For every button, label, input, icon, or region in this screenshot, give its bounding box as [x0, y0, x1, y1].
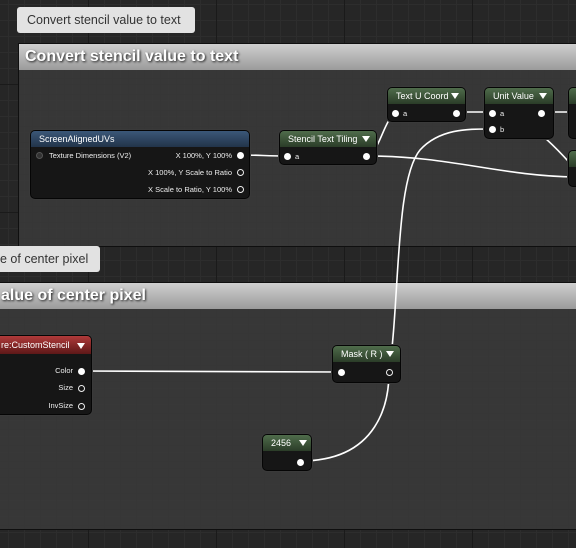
node-title-text: Mask ( R ) — [341, 349, 383, 359]
chevron-down-icon[interactable] — [451, 93, 459, 99]
wire-color-to-mask — [79, 370, 341, 373]
node-title: Unit Value — [485, 88, 553, 104]
pin-label: a — [500, 109, 505, 118]
node-offscreen-right-1[interactable] — [568, 87, 576, 139]
node-text-u-coord[interactable]: Text U Coord a — [387, 87, 466, 122]
output-pin[interactable] — [237, 186, 244, 193]
pin-label: X 100%, Y Scale to Ratio — [148, 168, 232, 177]
node-title-text: re:CustomStencil — [1, 340, 70, 350]
node-title-text: Stencil Text Tiling — [288, 134, 358, 144]
node-mask-r[interactable]: Mask ( R ) — [332, 345, 401, 383]
pin-label: Texture Dimensions (V2) — [49, 151, 132, 160]
input-pin[interactable] — [338, 369, 345, 376]
output-pin[interactable] — [78, 368, 85, 375]
output-pin[interactable] — [237, 152, 244, 159]
input-pin[interactable] — [284, 153, 291, 160]
pin-label: a — [403, 109, 408, 118]
node-custom-stencil[interactable]: re:CustomStencil Color Size InvSize — [0, 335, 92, 415]
output-pin[interactable] — [363, 153, 370, 160]
pin-label: b — [500, 125, 505, 134]
node-title: Mask ( R ) — [333, 346, 400, 362]
pin-label: Color — [55, 366, 73, 375]
chevron-down-icon[interactable] — [386, 351, 394, 357]
node-title: 2456 — [263, 435, 311, 451]
wire-tiling-to-right — [367, 155, 576, 178]
chevron-down-icon[interactable] — [362, 136, 370, 142]
node-title — [569, 151, 576, 167]
output-pin[interactable] — [538, 110, 545, 117]
output-pin[interactable] — [237, 169, 244, 176]
pin-label: X Scale to Ratio, Y 100% — [148, 185, 232, 194]
chevron-down-icon[interactable] — [299, 440, 307, 446]
input-pin[interactable] — [392, 110, 399, 117]
pin-label: a — [295, 152, 300, 161]
input-pin[interactable] — [489, 126, 496, 133]
output-pin[interactable] — [297, 459, 304, 466]
input-pin[interactable] — [489, 110, 496, 117]
node-title: Text U Coord — [388, 88, 465, 104]
pin-label: X 100%, Y 100% — [175, 151, 232, 160]
node-offscreen-right-2[interactable] — [568, 150, 576, 187]
node-title-text: Text U Coord — [396, 91, 449, 101]
chevron-down-icon[interactable] — [77, 343, 85, 349]
node-title: ScreenAlignedUVs — [31, 131, 249, 147]
output-pin[interactable] — [453, 110, 460, 117]
node-title-text: 2456 — [271, 438, 292, 448]
node-screen-aligned-uvs[interactable]: ScreenAlignedUVs Texture Dimensions (V2)… — [30, 130, 250, 199]
node-title — [569, 88, 576, 104]
output-pin[interactable] — [78, 385, 85, 392]
node-title-text: Unit Value — [493, 91, 534, 101]
node-unit-value[interactable]: Unit Value a b — [484, 87, 554, 139]
chevron-down-icon[interactable] — [539, 93, 547, 99]
pin-label: Size — [58, 383, 73, 392]
output-pin[interactable] — [78, 403, 85, 410]
wire-const-to-mask — [299, 371, 390, 462]
node-constant-2456[interactable]: 2456 — [262, 434, 312, 471]
node-title: re:CustomStencil — [0, 336, 91, 354]
pin-label: InvSize — [48, 401, 73, 410]
node-stencil-text-tiling[interactable]: Stencil Text Tiling a — [279, 130, 377, 165]
output-pin[interactable] — [386, 369, 393, 376]
wire-mask-to-unit-b — [388, 128, 493, 373]
input-pin[interactable] — [36, 152, 43, 159]
node-title: Stencil Text Tiling — [280, 131, 376, 147]
